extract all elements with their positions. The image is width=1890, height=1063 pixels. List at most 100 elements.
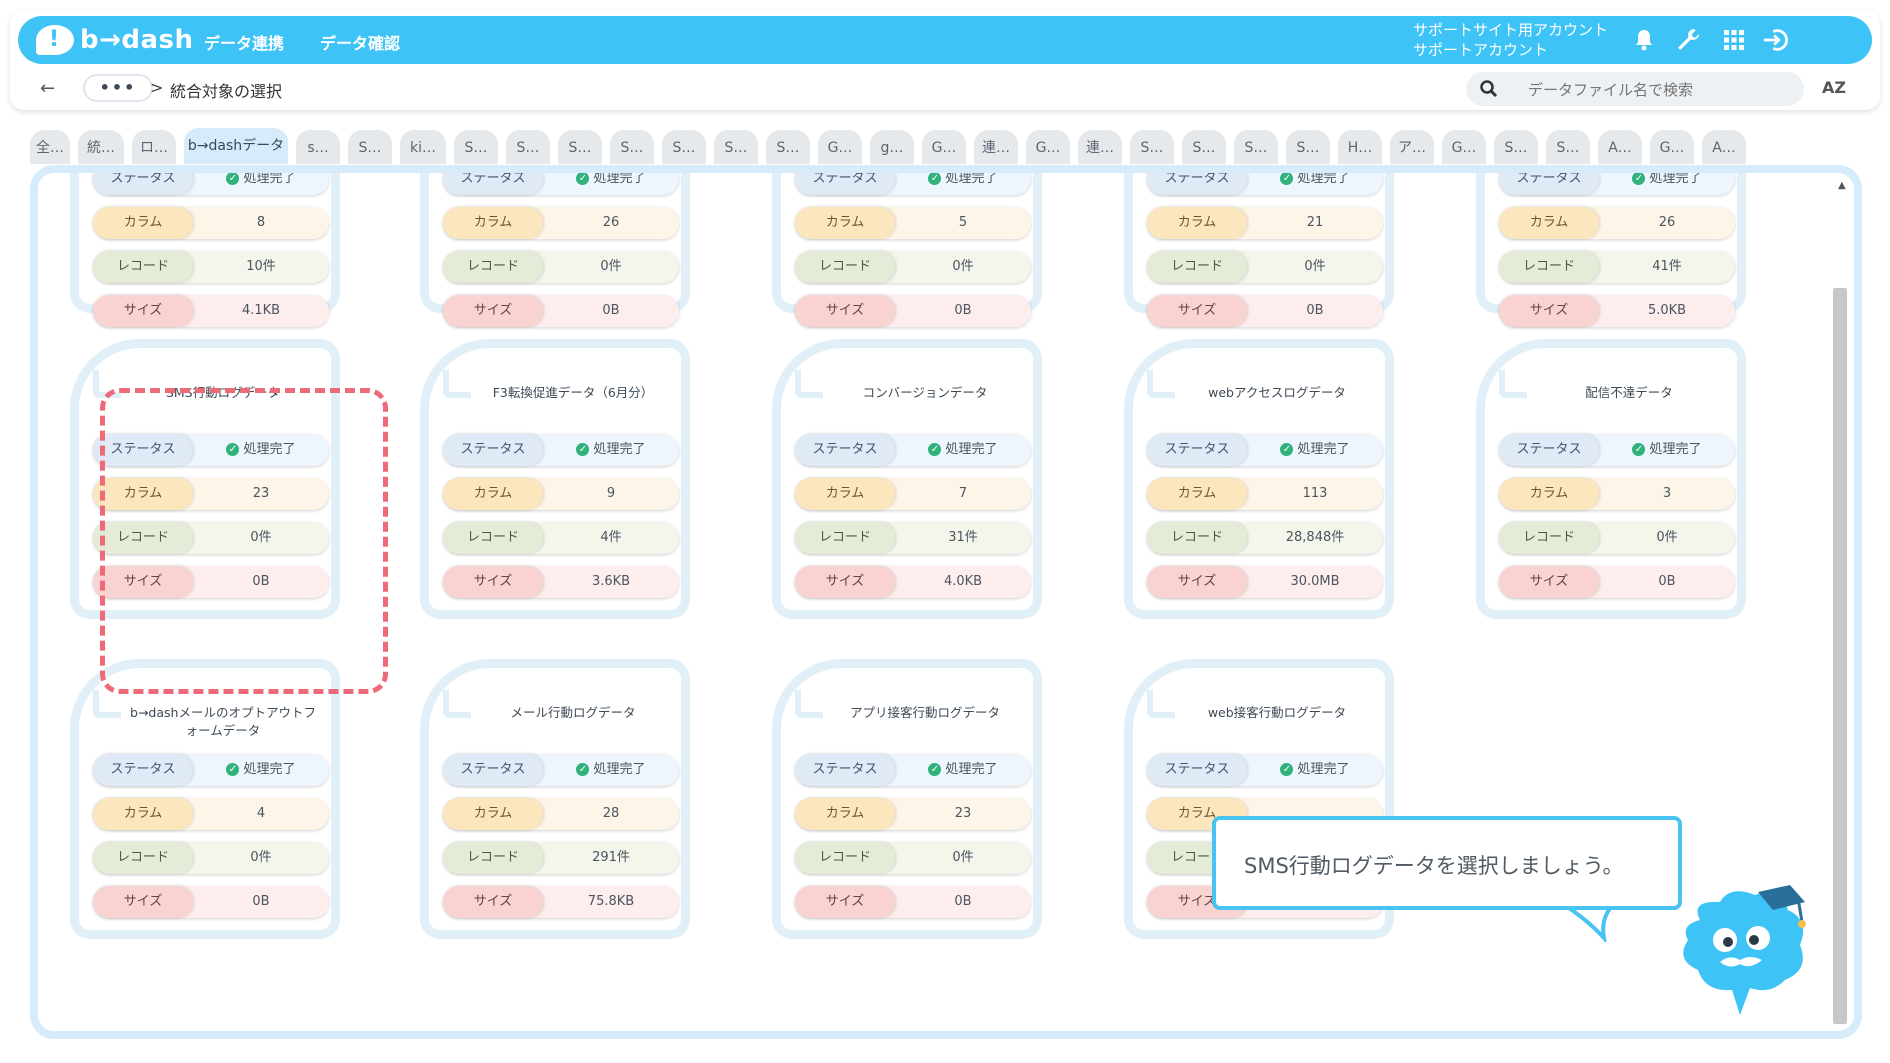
status-text: 処理完了 (1649, 171, 1702, 186)
tab-item[interactable]: H… (1338, 130, 1382, 164)
status-text: 処理完了 (593, 442, 646, 457)
tab-item[interactable]: S… (662, 130, 706, 164)
row-value: 21 (1306, 215, 1324, 230)
nav-data-integration[interactable]: データ連携 (204, 30, 284, 54)
scroll-up-icon[interactable]: ▲ (1838, 180, 1846, 191)
tab-item[interactable]: 連… (974, 130, 1018, 164)
row-label: レコード (795, 251, 895, 283)
row-value: ✓ 処理完了 (1247, 173, 1383, 195)
row-label: カラム (1147, 478, 1247, 510)
row-label: サイズ (1147, 295, 1247, 327)
tab-item[interactable]: G… (818, 130, 862, 164)
tab-item[interactable]: A… (1598, 130, 1642, 164)
breadcrumb-more-button[interactable]: ••• (83, 74, 153, 102)
data-file-card[interactable]: ステータス ✓ 処理完了 カラム 8 レコード 10件 サイズ 4.1KB (70, 173, 340, 327)
tab-item[interactable]: S… (348, 130, 392, 164)
tab-item[interactable]: s… (296, 130, 340, 164)
data-file-card[interactable]: メール行動ログデータ ステータス ✓ 処理完了 カラム 28 レコード 291件 サイズ 75.8… (420, 659, 690, 939)
card-row-status: ステータス ✓ 処理完了 (443, 754, 679, 786)
data-file-card[interactable]: 配信不達データ ステータス ✓ 処理完了 カラム 3 レコード 0件 サイズ 0B (1476, 339, 1746, 619)
nav-data-check[interactable]: データ確認 (320, 30, 400, 54)
back-arrow-icon[interactable]: ← (40, 78, 55, 99)
grid-menu-icon[interactable] (1720, 26, 1748, 54)
tab-item[interactable]: S… (1130, 130, 1174, 164)
data-file-card[interactable]: F3転換促進データ（6月分） ステータス ✓ 処理完了 カラム 9 レコード 4件 サイズ 3.6… (420, 339, 690, 619)
tab-item[interactable]: S… (1546, 130, 1590, 164)
tab-item[interactable]: G… (1650, 130, 1694, 164)
row-value: 0B (1658, 574, 1676, 589)
row-label: レコード (1147, 522, 1247, 554)
row-value: 23 (954, 806, 972, 821)
card-row-record: レコード 10件 (93, 251, 329, 283)
scrollbar-thumb[interactable] (1833, 288, 1847, 1024)
tab-item[interactable]: S… (506, 130, 550, 164)
data-file-card[interactable]: ステータス ✓ 処理完了 カラム 21 レコード 0件 サイズ 0B (1124, 173, 1394, 327)
data-file-card[interactable]: b→dashメールのオプトアウトフォームデータ ステータス ✓ 処理完了 カラム 4 レコー… (70, 659, 340, 939)
row-label: レコード (795, 842, 895, 874)
tab-item[interactable]: S… (610, 130, 654, 164)
tab-item[interactable]: G… (922, 130, 966, 164)
data-file-card[interactable]: ステータス ✓ 処理完了 カラム 26 レコード 0件 サイズ 0B (420, 173, 690, 327)
card-row-record: レコード 0件 (795, 842, 1031, 874)
wrench-icon[interactable] (1674, 26, 1702, 54)
card-row-size: サイズ 0B (795, 295, 1031, 327)
tab-item[interactable]: ki… (400, 130, 446, 164)
tab-item[interactable]: S… (714, 130, 758, 164)
card-row-record: レコード 4件 (443, 522, 679, 554)
row-label: サイズ (1147, 566, 1247, 598)
data-file-card[interactable]: ステータス ✓ 処理完了 カラム 5 レコード 0件 サイズ 0B (772, 173, 1042, 327)
tab-item[interactable]: g… (870, 130, 914, 164)
check-circle-icon: ✓ (928, 173, 942, 185)
card-row-size: サイズ 3.6KB (443, 566, 679, 598)
bell-icon[interactable] (1630, 26, 1658, 54)
tab-item[interactable]: 連… (1078, 130, 1122, 164)
data-file-card[interactable]: ステータス ✓ 処理完了 カラム 26 レコード 41件 サイズ 5.0KB (1476, 171, 1746, 327)
tab-item[interactable]: G… (1026, 130, 1070, 164)
row-value: 0件 (952, 850, 974, 865)
tab-item[interactable]: S… (1286, 130, 1330, 164)
tab-item[interactable]: S… (454, 130, 498, 164)
row-value: 4.0KB (943, 574, 983, 589)
status-text: 処理完了 (945, 442, 998, 457)
tab-item[interactable]: S… (1182, 130, 1226, 164)
row-label: ステータス (1499, 173, 1599, 195)
tab-item[interactable]: S… (558, 130, 602, 164)
row-label: ステータス (1499, 434, 1599, 466)
file-corner-icon (795, 370, 823, 398)
row-value: 8 (256, 215, 266, 230)
app-logo[interactable]: b→dash (36, 22, 194, 58)
row-value: 26 (1658, 215, 1676, 230)
logout-icon[interactable] (1762, 26, 1790, 54)
sub-bar: ← ••• > 統合対象の選択 AZ (0, 68, 1890, 112)
tab-item[interactable]: A… (1702, 130, 1746, 164)
tab-item[interactable]: G… (1442, 130, 1486, 164)
row-value: 0B (1306, 303, 1324, 318)
row-value: 9 (606, 486, 616, 501)
tab-item[interactable]: 統… (78, 130, 124, 164)
tab-item[interactable]: ア… (1390, 130, 1434, 164)
check-circle-icon: ✓ (1632, 443, 1646, 456)
data-file-card[interactable]: アプリ接客行動ログデータ ステータス ✓ 処理完了 カラム 23 レコード 0件 サイズ 0B (772, 659, 1042, 939)
check-circle-icon: ✓ (576, 173, 590, 185)
data-file-card[interactable]: webアクセスログデータ ステータス ✓ 処理完了 カラム 113 レコード 28,848件サ… (1124, 339, 1394, 619)
card-row-status: ステータス ✓ 処理完了 (93, 173, 329, 195)
card-row-size: サイズ 0B (795, 886, 1031, 918)
data-file-card[interactable]: コンバージョンデータ ステータス ✓ 処理完了 カラム 7 レコード 31件 サイズ 4.0KB (772, 339, 1042, 619)
account-info[interactable]: サポートサイト用アカウント サポートアカウント (1413, 20, 1608, 60)
tab-item[interactable]: ロ… (132, 130, 176, 164)
row-label: レコード (93, 251, 193, 283)
row-value: ✓ 処理完了 (895, 754, 1031, 786)
tab-item[interactable]: b→dashデータ (184, 128, 288, 164)
search-box[interactable] (1466, 72, 1804, 106)
check-circle-icon: ✓ (1280, 763, 1294, 776)
sort-az-button[interactable]: AZ (1822, 78, 1846, 97)
search-input[interactable] (1526, 76, 1790, 104)
card-row-record: レコード 291件 (443, 842, 679, 874)
tab-item[interactable]: S… (1234, 130, 1278, 164)
tab-item[interactable]: 全… (30, 130, 70, 164)
row-label: カラム (443, 207, 543, 239)
card-row-status: ステータス ✓ 処理完了 (1499, 171, 1735, 195)
tab-item[interactable]: S… (1494, 130, 1538, 164)
row-value: 4 (256, 806, 266, 821)
tab-item[interactable]: S… (766, 130, 810, 164)
